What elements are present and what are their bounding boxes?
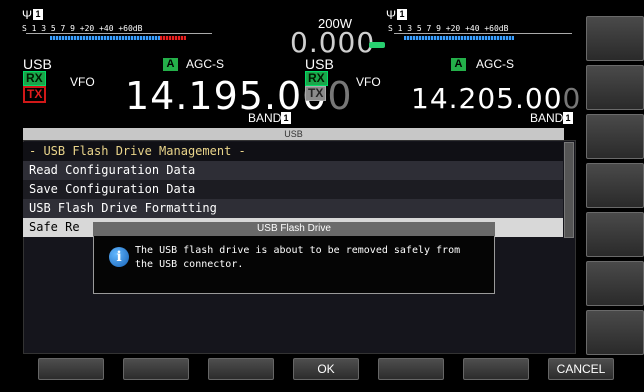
softkey-5[interactable] <box>378 358 444 380</box>
right-softkey-5[interactable] <box>586 212 644 257</box>
softkey-2[interactable] <box>123 358 189 380</box>
a-badge-sub: A <box>451 58 466 71</box>
s-meter <box>26 33 212 40</box>
menu-item-format[interactable]: USB Flash Drive Formatting <box>23 199 563 218</box>
dialog-message: The USB flash drive is about to be remov… <box>135 245 461 270</box>
s-meter-sub <box>394 33 572 40</box>
offset-display: 0.000 <box>290 26 376 59</box>
s-meter-scale-sub: S 1 3 5 7 9 +20 +40 +60dB <box>388 24 509 33</box>
band-label: BAND <box>248 111 282 125</box>
right-softkey-2[interactable] <box>586 65 644 110</box>
frequency-display-sub: 14.205.000 <box>411 82 582 115</box>
agc-label: AGC-S <box>186 57 225 71</box>
ok-button[interactable]: OK <box>293 358 359 380</box>
offset-led <box>369 42 385 48</box>
tx-indicator-sub: TX <box>305 86 327 101</box>
band-number-sub: 1 <box>563 112 573 124</box>
right-softkey-3[interactable] <box>586 114 644 159</box>
vfo-label-sub: VFO <box>356 75 381 89</box>
menu-header: - USB Flash Drive Management - <box>23 142 563 161</box>
antenna-icon: Ψ <box>22 8 33 22</box>
menu-item-save-config[interactable]: Save Configuration Data <box>23 180 563 199</box>
usb-menu-title: USB <box>23 128 564 140</box>
right-softkey-1[interactable] <box>586 16 644 61</box>
mode-label-sub: USB <box>305 56 334 72</box>
rx-indicator-sub: RX <box>305 71 328 86</box>
softkey-6[interactable] <box>463 358 529 380</box>
dialog-title: USB Flash Drive <box>93 222 495 236</box>
agc-label-sub: AGC-S <box>476 57 515 71</box>
tx-indicator: TX <box>23 86 47 103</box>
mode-label: USB <box>23 56 52 72</box>
antenna-number-sub: 1 <box>397 9 407 20</box>
softkey-3[interactable] <box>208 358 274 380</box>
antenna-number: 1 <box>33 9 43 20</box>
info-icon: i <box>109 247 129 267</box>
right-softkey-7[interactable] <box>586 310 644 355</box>
rx-indicator: RX <box>23 71 46 86</box>
right-softkey-4[interactable] <box>586 163 644 208</box>
menu-item-read-config[interactable]: Read Configuration Data <box>23 161 563 180</box>
a-badge: A <box>163 58 178 71</box>
softkey-1[interactable] <box>38 358 104 380</box>
menu-scrollbar[interactable] <box>564 142 574 238</box>
cancel-button[interactable]: CANCEL <box>548 358 614 380</box>
band-number: 1 <box>281 112 291 124</box>
vfo-label: VFO <box>70 75 95 89</box>
right-softkey-6[interactable] <box>586 261 644 306</box>
antenna-icon-sub: Ψ <box>386 8 397 22</box>
s-meter-scale: S 1 3 5 7 9 +20 +40 +60dB <box>22 24 143 33</box>
band-label-sub: BAND <box>530 111 564 125</box>
